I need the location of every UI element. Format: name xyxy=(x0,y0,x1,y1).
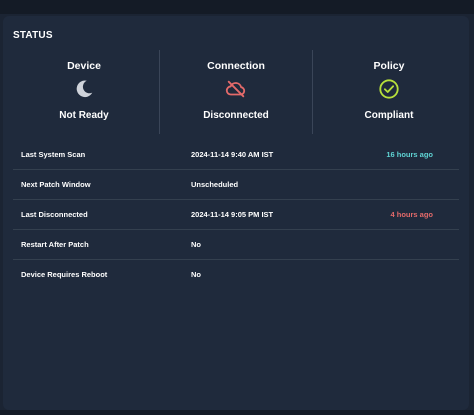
policy-heading: Policy xyxy=(373,60,405,72)
detail-relative-time: 16 hours ago xyxy=(386,150,433,159)
detail-row-device-requires-reboot: Device Requires Reboot No xyxy=(13,260,459,289)
detail-relative-time: 4 hours ago xyxy=(390,210,433,219)
status-panel: STATUS Device Not Ready Connection Disco… xyxy=(3,16,469,410)
divider xyxy=(312,50,313,134)
detail-label: Restart After Patch xyxy=(21,240,89,249)
detail-label: Last Disconnected xyxy=(21,210,88,219)
connection-status-value: Disconnected xyxy=(203,110,269,121)
detail-row-next-patch-window: Next Patch Window Unscheduled xyxy=(13,170,459,200)
detail-row-last-system-scan: Last System Scan 2024-11-14 9:40 AM IST … xyxy=(13,140,459,170)
policy-status: Policy Compliant xyxy=(314,58,464,138)
detail-row-restart-after-patch: Restart After Patch No xyxy=(13,230,459,260)
device-status-value: Not Ready xyxy=(59,110,109,121)
device-heading: Device xyxy=(67,60,101,72)
detail-value: No xyxy=(191,270,201,279)
detail-value: 2024-11-14 9:40 AM IST xyxy=(191,150,274,159)
policy-status-value: Compliant xyxy=(364,110,414,121)
connection-heading: Connection xyxy=(207,60,265,72)
moon-icon xyxy=(76,80,93,98)
panel-title: STATUS xyxy=(13,30,53,41)
top-strip xyxy=(0,0,474,14)
check-circle-icon xyxy=(379,79,399,99)
detail-value: No xyxy=(191,240,201,249)
divider xyxy=(159,50,160,134)
detail-label: Last System Scan xyxy=(21,150,86,159)
cloud-off-icon xyxy=(225,80,246,98)
device-status: Device Not Ready xyxy=(9,58,159,138)
detail-value: Unscheduled xyxy=(191,180,239,189)
detail-row-last-disconnected: Last Disconnected 2024-11-14 9:05 PM IST… xyxy=(13,200,459,230)
bottom-strip xyxy=(0,410,474,415)
connection-status: Connection Disconnected xyxy=(161,58,311,138)
detail-label: Next Patch Window xyxy=(21,180,91,189)
details-list: Last System Scan 2024-11-14 9:40 AM IST … xyxy=(13,140,459,289)
detail-label: Device Requires Reboot xyxy=(21,270,108,279)
detail-value: 2024-11-14 9:05 PM IST xyxy=(191,210,274,219)
